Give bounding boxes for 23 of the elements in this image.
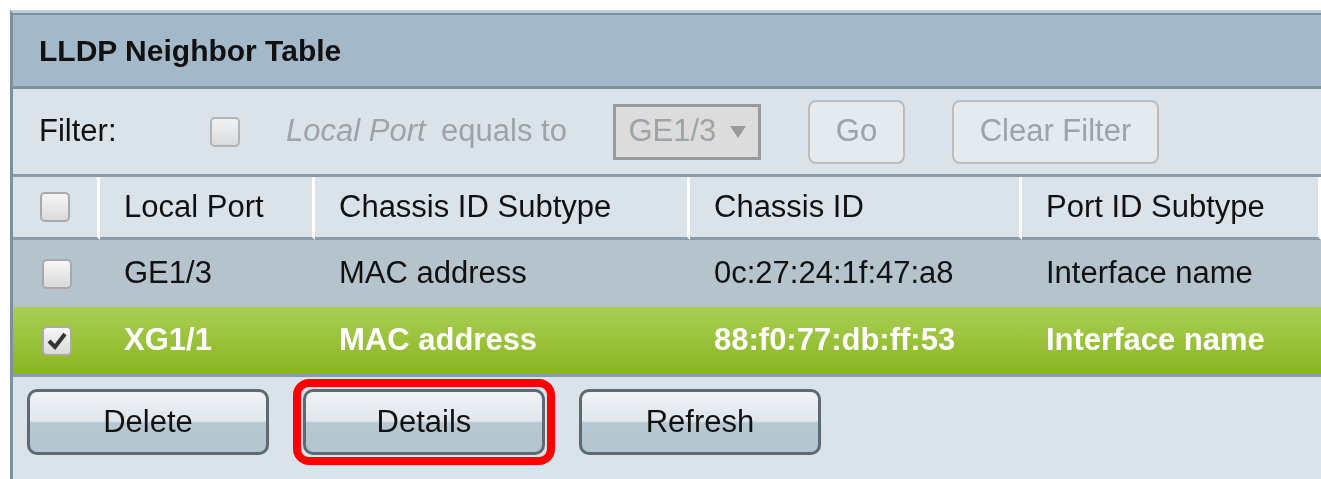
checkbox[interactable] (41, 325, 72, 356)
action-button[interactable]: Details (303, 389, 545, 455)
checkbox[interactable] (40, 192, 70, 222)
field-name-label: Local Port (286, 112, 426, 151)
table-cell: XG1/1 (100, 307, 315, 374)
table-cell: GE1/3 (100, 240, 315, 307)
caret-icon (730, 125, 747, 138)
checkbox[interactable] (41, 258, 72, 289)
table-cell: MAC address (315, 307, 690, 374)
column-header: Port ID Subtype (1022, 177, 1321, 240)
table-cell: Interface name (1022, 240, 1321, 307)
panel-title: LLDP Neighbor Table (39, 33, 342, 69)
table-cell: MAC address (315, 240, 690, 307)
column-header: Chassis ID (690, 177, 1022, 240)
action-button[interactable]: Delete (27, 389, 269, 455)
table-cell: 88:f0:77:db:ff:53 (690, 307, 1022, 374)
condition-label: equals to (441, 112, 567, 151)
column-header: Local Port (100, 177, 315, 240)
filter-label: Filter: (39, 112, 117, 151)
action-button[interactable]: Refresh (579, 389, 821, 455)
column-header: Chassis ID Subtype (315, 177, 690, 240)
table-cell: Interface name (1022, 307, 1321, 374)
table-cell: 0c:27:24:1f:47:a8 (690, 240, 1022, 307)
